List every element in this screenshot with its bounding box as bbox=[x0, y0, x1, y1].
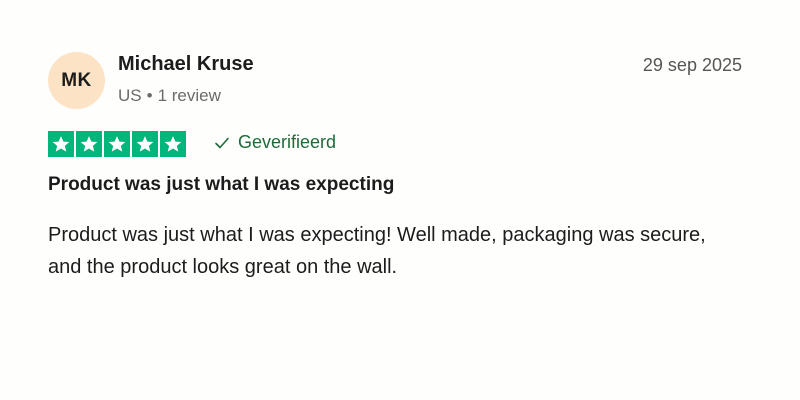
star-icon bbox=[76, 131, 102, 157]
star-rating bbox=[48, 131, 186, 157]
meta-separator: • bbox=[146, 86, 153, 105]
avatar[interactable]: MK bbox=[48, 52, 105, 109]
star-icon bbox=[160, 131, 186, 157]
verified-badge[interactable]: Geverifieerd bbox=[214, 132, 336, 153]
review-title: Product was just what I was expecting bbox=[48, 174, 395, 195]
star-icon bbox=[48, 131, 74, 157]
star-icon bbox=[104, 131, 130, 157]
avatar-initials: MK bbox=[61, 69, 92, 91]
review-date: 29 sep 2025 bbox=[642, 55, 742, 75]
checkmark-icon bbox=[214, 135, 230, 151]
reviewer-meta: US • 1 review bbox=[118, 86, 221, 106]
verified-label: Geverifieerd bbox=[238, 132, 337, 152]
reviewer-country: US bbox=[118, 86, 142, 105]
review-count: 1 review bbox=[157, 86, 221, 105]
star-icon bbox=[132, 131, 158, 157]
reviewer-name[interactable]: Michael Kruse bbox=[118, 53, 254, 76]
review-card: MK Michael Kruse US • 1 review 29 sep 2025… bbox=[0, 0, 800, 400]
review-body: Product was just what I was expecting! W… bbox=[48, 224, 706, 278]
